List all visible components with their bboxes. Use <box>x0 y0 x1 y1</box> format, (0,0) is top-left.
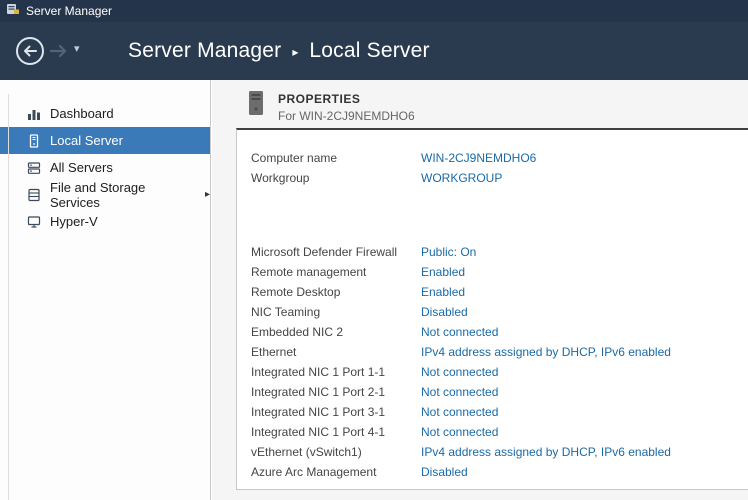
property-label: Microsoft Defender Firewall <box>251 245 421 259</box>
properties-panel: Computer name WIN-2CJ9NEMDHO6 Workgroup … <box>236 128 748 490</box>
property-row: Computer name WIN-2CJ9NEMDHO6 <box>251 148 748 168</box>
property-value-link[interactable]: Enabled <box>421 265 465 279</box>
server-manager-window: Server Manager ▾ Server Manager ▸ Local … <box>0 0 748 500</box>
sidebar-item-file-and-storage-services[interactable]: File and Storage Services ▸ <box>0 181 210 208</box>
property-value-link[interactable]: Not connected <box>421 385 498 399</box>
sidebar-item-local-server[interactable]: Local Server <box>0 127 210 154</box>
properties-tile-icon <box>246 90 266 116</box>
property-row: Microsoft Defender Firewall Public: On <box>251 242 748 262</box>
property-label: Ethernet <box>251 345 421 359</box>
sidebar-item-label: All Servers <box>50 160 113 175</box>
navigation-pane: Dashboard Local Server <box>0 80 211 500</box>
property-row: Embedded NIC 2 Not connected <box>251 322 748 342</box>
properties-header-text: PROPERTIES For WIN-2CJ9NEMDHO6 <box>278 89 415 123</box>
main-content: PROPERTIES For WIN-2CJ9NEMDHO6 Computer … <box>212 80 748 500</box>
breadcrumb-local-server: Local Server <box>309 39 429 63</box>
property-row: Integrated NIC 1 Port 4-1 Not connected <box>251 422 748 442</box>
hyperv-icon <box>27 215 41 229</box>
property-row: Ethernet IPv4 address assigned by DHCP, … <box>251 342 748 362</box>
property-label: vEthernet (vSwitch1) <box>251 445 421 459</box>
property-row: Integrated NIC 1 Port 2-1 Not connected <box>251 382 748 402</box>
properties-header: PROPERTIES For WIN-2CJ9NEMDHO6 <box>246 89 415 123</box>
sidebar-item-dashboard[interactable]: Dashboard <box>0 100 210 127</box>
property-label: Embedded NIC 2 <box>251 325 421 339</box>
property-label: Integrated NIC 1 Port 4-1 <box>251 425 421 439</box>
property-value-link[interactable]: Not connected <box>421 325 498 339</box>
server-manager-app-icon <box>6 2 20 21</box>
sidebar-item-label: Dashboard <box>50 106 114 121</box>
property-value-link[interactable]: Public: On <box>421 245 476 259</box>
property-value-link[interactable]: WIN-2CJ9NEMDHO6 <box>421 151 536 165</box>
property-value-link[interactable]: IPv4 address assigned by DHCP, IPv6 enab… <box>421 345 671 359</box>
servers-icon <box>27 161 41 175</box>
property-value-link[interactable]: Not connected <box>421 425 498 439</box>
property-label: Remote management <box>251 265 421 279</box>
file-storage-icon <box>27 188 41 202</box>
breadcrumb: Server Manager ▸ Local Server <box>128 22 430 80</box>
breadcrumb-separator-icon: ▸ <box>292 45 298 59</box>
forward-button-disabled[interactable] <box>49 43 69 59</box>
properties-subtitle: For WIN-2CJ9NEMDHO6 <box>278 109 415 123</box>
dashboard-icon <box>27 107 41 121</box>
sidebar-item-label: File and Storage Services <box>50 180 189 210</box>
property-value-link[interactable]: Disabled <box>421 465 468 479</box>
titlebar: Server Manager <box>0 0 748 22</box>
history-dropdown-caret-icon[interactable]: ▾ <box>74 42 80 55</box>
breadcrumb-server-manager[interactable]: Server Manager <box>128 39 281 63</box>
property-label: NIC Teaming <box>251 305 421 319</box>
property-label: Integrated NIC 1 Port 1-1 <box>251 365 421 379</box>
property-label: Integrated NIC 1 Port 3-1 <box>251 405 421 419</box>
server-icon <box>27 134 41 148</box>
property-group-spacer <box>251 188 748 242</box>
nav-pane-edge-line <box>8 94 9 500</box>
sidebar-item-all-servers[interactable]: All Servers <box>0 154 210 181</box>
property-row: vEthernet (vSwitch1) IPv4 address assign… <box>251 442 748 462</box>
property-row: Integrated NIC 1 Port 3-1 Not connected <box>251 402 748 422</box>
back-button[interactable] <box>15 36 45 66</box>
property-row: Remote Desktop Enabled <box>251 282 748 302</box>
navigation-bar: ▾ Server Manager ▸ Local Server <box>0 22 748 80</box>
property-value-link[interactable]: Not connected <box>421 405 498 419</box>
property-label: Integrated NIC 1 Port 2-1 <box>251 385 421 399</box>
property-value-link[interactable]: Not connected <box>421 365 498 379</box>
properties-title: PROPERTIES <box>278 92 415 106</box>
property-row: NIC Teaming Disabled <box>251 302 748 322</box>
property-value-link[interactable]: Enabled <box>421 285 465 299</box>
property-row: Azure Arc Management Disabled <box>251 462 748 482</box>
window-title: Server Manager <box>26 4 112 18</box>
property-value-link[interactable]: IPv4 address assigned by DHCP, IPv6 enab… <box>421 445 671 459</box>
property-label: Computer name <box>251 151 421 165</box>
property-row: Remote management Enabled <box>251 262 748 282</box>
expand-chevron-icon[interactable]: ▸ <box>205 189 210 200</box>
property-value-link[interactable]: WORKGROUP <box>421 171 502 185</box>
property-row: Integrated NIC 1 Port 1-1 Not connected <box>251 362 748 382</box>
property-label: Workgroup <box>251 171 421 185</box>
sidebar-item-label: Hyper-V <box>50 214 98 229</box>
property-value-link[interactable]: Disabled <box>421 305 468 319</box>
sidebar-item-label: Local Server <box>50 133 123 148</box>
property-label: Remote Desktop <box>251 285 421 299</box>
sidebar-item-hyper-v[interactable]: Hyper-V <box>0 208 210 235</box>
property-row: Workgroup WORKGROUP <box>251 168 748 188</box>
property-label: Azure Arc Management <box>251 465 421 479</box>
